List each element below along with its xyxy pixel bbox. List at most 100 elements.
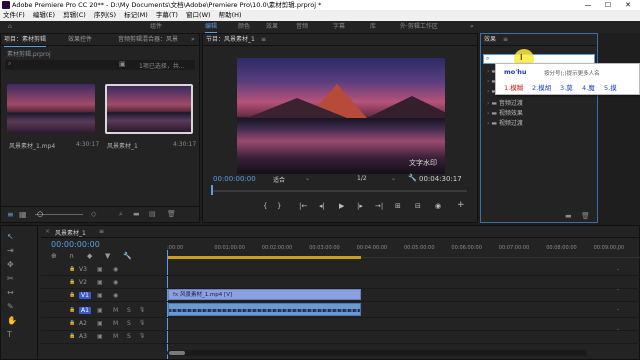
track-label-a3[interactable]: A3	[79, 333, 87, 340]
menu-window[interactable]: 窗口(W)	[186, 10, 211, 21]
close-button[interactable]: ✕	[618, 0, 638, 10]
solo-button[interactable]: S	[127, 333, 131, 340]
new-item-icon[interactable]: ▤	[149, 210, 156, 218]
razor-tool-icon[interactable]: ✂	[7, 274, 14, 283]
fit-dropdown[interactable]: 适合	[273, 175, 285, 184]
wrench-icon[interactable]: 🔧	[408, 174, 417, 182]
home-icon[interactable]: ⌂	[8, 21, 12, 33]
tree-item-video-transitions[interactable]: › ▬ 视频过渡	[487, 118, 595, 128]
audio-clip[interactable]	[168, 303, 361, 316]
close-icon[interactable]: ×	[45, 228, 50, 235]
mute-button[interactable]: M	[113, 307, 118, 314]
step-forward-icon[interactable]: |▸	[357, 202, 363, 210]
new-bin-icon[interactable]: ▬	[133, 210, 140, 218]
selection-tool-icon[interactable]: ↖	[7, 232, 14, 241]
workspace-effects[interactable]: 效果	[266, 21, 278, 33]
mute-button[interactable]: M	[113, 320, 118, 327]
eye-icon[interactable]: ◉	[113, 266, 118, 273]
menu-edit[interactable]: 编辑(E)	[33, 10, 55, 21]
track-select-tool-icon[interactable]: ⇥	[7, 246, 14, 255]
ime-candidate-3[interactable]: 3.莫	[560, 82, 573, 92]
menu-help[interactable]: 帮助(H)	[219, 10, 242, 21]
slip-tool-icon[interactable]: ↔	[7, 288, 14, 297]
delete-icon[interactable]: 🗑	[167, 210, 176, 218]
find-icon[interactable]: ⌕	[119, 210, 123, 219]
work-area-bar[interactable]	[167, 256, 361, 259]
go-to-out-icon[interactable]: →|	[375, 202, 383, 210]
snap-icon[interactable]: ⊕	[51, 252, 57, 260]
tree-item-video-effects[interactable]: › ▬ 视频效果	[487, 108, 595, 118]
ime-candidate-2[interactable]: 2.模胡	[532, 82, 551, 92]
new-bin-icon[interactable]: ▣	[119, 60, 126, 68]
microphone-icon[interactable]: 🎙	[139, 320, 145, 326]
menu-sequence[interactable]: 序列(S)	[94, 10, 116, 21]
tab-program[interactable]: 节目：风景素材_1	[206, 34, 255, 46]
export-frame-icon[interactable]: ◉	[435, 202, 441, 210]
sync-lock-icon[interactable]: ▣	[97, 266, 103, 273]
solo-button[interactable]: S	[127, 320, 131, 327]
menu-file[interactable]: 文件(F)	[3, 10, 25, 21]
minimize-button[interactable]: —	[578, 0, 598, 10]
video-frame[interactable]: 文字水印	[237, 58, 445, 174]
microphone-icon[interactable]: 🎙	[139, 333, 145, 339]
chevron-down-icon[interactable]: ⌄	[305, 175, 310, 182]
marker-icon[interactable]: ▼	[105, 252, 110, 260]
tab-more[interactable]: »	[191, 34, 195, 46]
resolution-dropdown[interactable]: 1/2	[357, 175, 367, 182]
workspace-color[interactable]: 颜色	[238, 21, 250, 33]
zoom-slider-handle[interactable]: ○	[37, 210, 43, 218]
lock-icon[interactable]: 🔒	[69, 333, 75, 339]
horizontal-scrollbar[interactable]	[167, 350, 587, 356]
add-button-icon[interactable]: +	[457, 200, 465, 210]
mark-in-icon[interactable]: {	[263, 202, 267, 210]
lock-icon[interactable]: 🔒	[69, 266, 75, 272]
timeline-timecode[interactable]: 00:00:00:00	[51, 240, 100, 249]
menu-title[interactable]: 字幕(T)	[156, 10, 178, 21]
menu-clip[interactable]: 剪辑(C)	[63, 10, 86, 21]
new-bin-icon[interactable]: ▬	[565, 212, 572, 220]
lock-icon[interactable]: 🔒	[69, 307, 75, 313]
ime-candidate-1[interactable]: 1.模糊	[504, 82, 523, 92]
maximize-button[interactable]: ☐	[598, 0, 618, 10]
workspace-editing[interactable]: 编辑	[205, 21, 218, 33]
video-clip[interactable]: fx 风景素材_1.mp4 [V]	[168, 289, 361, 300]
track-label-v3[interactable]: V3	[79, 266, 87, 273]
panel-menu-icon[interactable]: ≡	[503, 34, 508, 46]
ripple-edit-tool-icon[interactable]: ✥	[7, 260, 14, 269]
go-to-in-icon[interactable]: |←	[299, 202, 307, 210]
panel-menu-icon[interactable]: ≡	[99, 228, 104, 235]
tree-item-audio-transitions[interactable]: › ▬ 音频过渡	[487, 98, 595, 108]
mute-button[interactable]: M	[113, 333, 118, 340]
list-view-icon[interactable]: ≡	[7, 210, 14, 219]
solo-button[interactable]: S	[127, 307, 131, 314]
panel-menu-icon[interactable]: ≡	[261, 34, 266, 46]
clip-thumbnail-1[interactable]	[7, 84, 95, 134]
workspace-audio[interactable]: 音频	[296, 21, 308, 33]
scrollbar-thumb[interactable]	[169, 351, 185, 355]
clip-thumbnail-2[interactable]	[105, 84, 193, 134]
type-tool-icon[interactable]: T	[7, 330, 12, 339]
sync-lock-icon[interactable]: ▣	[97, 307, 103, 314]
ime-candidate-5[interactable]: 5.摸	[604, 82, 617, 92]
sync-lock-icon[interactable]: ▣	[97, 333, 103, 340]
mark-out-icon[interactable]: }	[277, 202, 281, 210]
sync-lock-icon[interactable]: ▣	[97, 292, 103, 299]
add-marker-icon[interactable]: ◆	[87, 252, 92, 260]
tab-effects[interactable]: 效果	[484, 34, 496, 46]
track-label-v2[interactable]: V2	[79, 279, 87, 286]
wrench-icon[interactable]: 🔧	[123, 252, 132, 260]
play-icon[interactable]: ▶	[339, 202, 344, 210]
workspace-custom[interactable]: 外·剪辑工作区	[400, 21, 438, 33]
eye-icon[interactable]: ◉	[113, 292, 118, 299]
track-label-a1[interactable]: A1	[79, 307, 91, 314]
lock-icon[interactable]: 🔒	[69, 279, 75, 285]
ime-candidate-4[interactable]: 4.魔	[582, 82, 595, 92]
program-timecode[interactable]: 00:00:00:00	[213, 175, 256, 183]
lock-icon[interactable]: 🔒	[69, 320, 75, 326]
track-label-a2[interactable]: A2	[79, 320, 87, 327]
eye-icon[interactable]: ◉	[113, 279, 118, 286]
tab-audio-clip-mixer[interactable]: 音频剪辑混合器：风景	[118, 34, 178, 46]
microphone-icon[interactable]: 🎙	[139, 307, 145, 313]
program-scrubber[interactable]	[211, 190, 467, 192]
sort-icon[interactable]: ◇	[91, 210, 96, 218]
